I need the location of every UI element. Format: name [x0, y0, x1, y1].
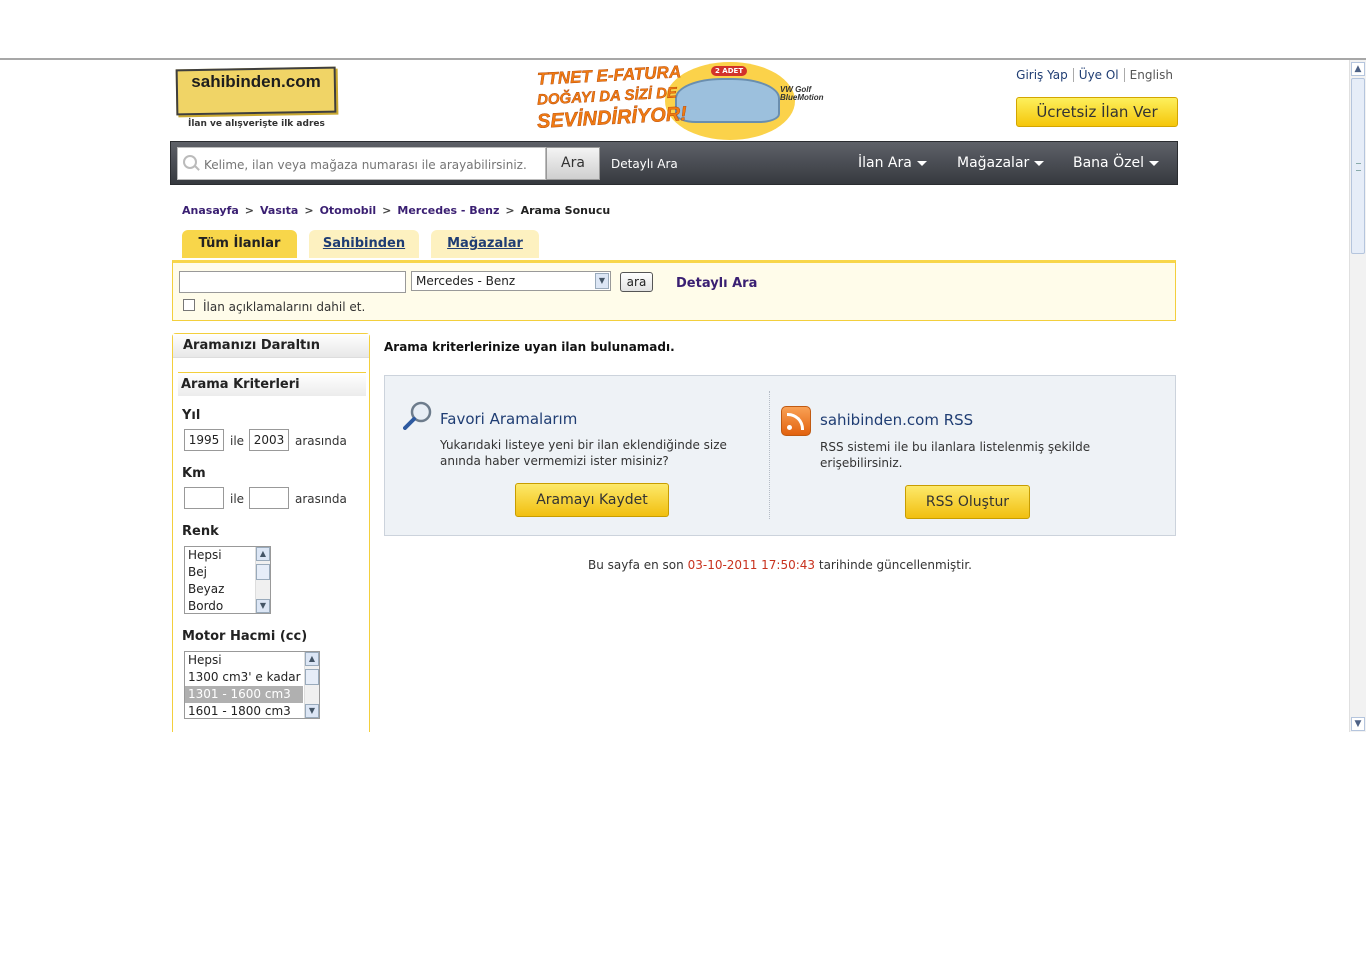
breadcrumb: Anasayfa > Vasıta > Otomobil > Mercedes - Benz… — [182, 204, 611, 217]
search-button[interactable]: Ara — [546, 147, 600, 180]
km-suffix: arasında — [295, 492, 347, 506]
no-result-message: Arama kriterlerinize uyan ilan bulunamad… — [384, 340, 675, 354]
search-box — [177, 147, 546, 181]
scrollbar-thumb[interactable] — [256, 564, 270, 580]
chevron-up-icon[interactable]: ▲ — [256, 547, 270, 561]
year-from-input[interactable]: 1995 — [184, 429, 224, 451]
banner-line-3: SEVİNDİRİYOR! — [536, 103, 688, 133]
filter-detailed-link[interactable]: Detaylı Ara — [676, 276, 757, 291]
updated-prefix: Bu sayfa en son — [588, 558, 684, 572]
banner-model: VW Golf BlueMotion — [780, 85, 824, 102]
page-scrollbar[interactable]: ▲ ▼ — [1349, 60, 1366, 732]
caret-down-icon — [916, 160, 927, 166]
year-suffix: arasında — [295, 434, 347, 448]
rss-title: sahibinden.com RSS — [820, 411, 974, 429]
breadcrumb-vasita[interactable]: Vasıta — [260, 204, 298, 217]
page-viewport: sahibinden.com İlan ve alışverişte ilk a… — [0, 60, 1349, 732]
sidebar: Aramanızı Daraltın Arama Kriterleri Yıl … — [172, 333, 370, 732]
favorites-description: Yukarıdaki listeye yeni bir ilan eklendi… — [440, 438, 727, 468]
banner-badge: 2 ADET — [711, 66, 748, 76]
rss-icon — [781, 406, 811, 436]
breadcrumb-mercedes[interactable]: Mercedes - Benz — [397, 204, 499, 217]
panel-divider — [769, 391, 770, 519]
main-navbar: Ara Detaylı Ara İlan Ara Mağazalar Bana … — [170, 141, 1178, 185]
logo-tagline: İlan ve alışverişte ilk adres — [188, 119, 325, 129]
include-description-label: İlan açıklamalarını dahil et. — [203, 300, 366, 314]
account-links: Giriş Yap Üye Ol English — [1011, 68, 1178, 82]
register-link[interactable]: Üye Ol — [1072, 68, 1124, 82]
list-item[interactable]: Hepsi — [185, 652, 319, 669]
chevron-up-icon[interactable]: ▲ — [305, 652, 319, 666]
detailed-search-link[interactable]: Detaylı Ara — [611, 157, 678, 171]
filter-search-button[interactable]: ara — [620, 272, 653, 292]
menu-label: Bana Özel — [1073, 155, 1144, 171]
breadcrumb-home[interactable]: Anasayfa — [182, 204, 239, 217]
menu-ilan-ara[interactable]: İlan Ara — [858, 155, 927, 171]
updated-suffix: tarihinde güncellenmiştir. — [818, 558, 972, 572]
tab-all-listings[interactable]: Tüm İlanlar — [182, 230, 297, 258]
scroll-down-icon[interactable]: ▼ — [1351, 717, 1365, 731]
login-link[interactable]: Giriş Yap — [1011, 68, 1073, 82]
caret-down-icon — [1034, 160, 1045, 166]
logo-text: sahibinden.com — [191, 72, 321, 91]
actions-panel: Favori Aramalarım Yukarıdaki listeye yen… — [384, 375, 1176, 536]
km-label: Km — [182, 466, 206, 481]
menu-label: Mağazalar — [957, 155, 1030, 171]
car-image — [675, 78, 780, 123]
chevron-down-icon[interactable]: ▼ — [256, 599, 270, 613]
free-ad-button[interactable]: Ücretsiz İlan Ver — [1016, 97, 1178, 127]
color-label: Renk — [182, 524, 219, 539]
menu-magazalar[interactable]: Mağazalar — [957, 155, 1045, 171]
brand-select[interactable]: Mercedes - Benz ▼ — [411, 271, 611, 291]
km-from-input[interactable] — [184, 487, 224, 509]
search-input[interactable] — [202, 148, 546, 181]
sidebar-title: Aramanızı Daraltın — [173, 334, 369, 358]
tab-sahibinden[interactable]: Sahibinden — [309, 230, 419, 258]
chevron-down-icon: ▼ — [595, 273, 609, 289]
ad-banner[interactable]: 2 ADET VW Golf BlueMotion TTNET E-FATURA… — [535, 60, 827, 140]
menu-label: İlan Ara — [858, 155, 912, 171]
scrollbar-thumb[interactable] — [1351, 78, 1365, 254]
list-item[interactable]: 1601 - 1800 cm3 — [185, 703, 319, 718]
save-search-button[interactable]: Aramayı Kaydet — [515, 483, 669, 517]
breadcrumb-current: Arama Sonucu — [520, 204, 611, 217]
keyword-input[interactable] — [179, 271, 406, 293]
filter-box: Mercedes - Benz ▼ ara Detaylı Ara İlan a… — [172, 260, 1176, 321]
engine-listbox[interactable]: Hepsi 1300 cm3' e kadar 1301 - 1600 cm3 … — [184, 651, 320, 719]
year-to-input[interactable]: 2003 — [249, 429, 289, 451]
year-between: ile — [230, 434, 245, 448]
listbox-scrollbar[interactable]: ▲ ▼ — [255, 547, 270, 613]
breadcrumb-otomobil[interactable]: Otomobil — [320, 204, 377, 217]
magnifier-icon — [403, 401, 432, 430]
create-rss-button[interactable]: RSS Oluştur — [905, 485, 1030, 519]
caret-down-icon — [1148, 160, 1159, 166]
search-icon — [183, 155, 197, 169]
engine-label: Motor Hacmi (cc) — [182, 629, 308, 644]
year-label: Yıl — [182, 408, 201, 423]
color-listbox[interactable]: Hepsi Bej Beyaz Bordo ▲ ▼ — [184, 546, 271, 614]
list-item-selected[interactable]: 1301 - 1600 cm3 — [185, 686, 303, 703]
km-between: ile — [230, 492, 245, 506]
list-item[interactable]: 1300 cm3' e kadar — [185, 669, 319, 686]
menu-bana-ozel[interactable]: Bana Özel — [1073, 155, 1159, 171]
page-content: sahibinden.com İlan ve alışverişte ilk a… — [170, 60, 1178, 732]
english-link[interactable]: English — [1123, 68, 1178, 82]
include-description-checkbox[interactable] — [183, 299, 195, 311]
scroll-up-icon[interactable]: ▲ — [1351, 62, 1365, 76]
last-updated: Bu sayfa en son 03-10-2011 17:50:43 tari… — [384, 558, 1176, 572]
km-to-input[interactable] — [249, 487, 289, 509]
listbox-scrollbar[interactable]: ▲ ▼ — [304, 652, 319, 718]
favorites-title: Favori Aramalarım — [440, 410, 578, 428]
chevron-down-icon[interactable]: ▼ — [305, 704, 319, 718]
updated-datetime: 03-10-2011 17:50:43 — [687, 558, 816, 572]
tab-magazalar[interactable]: Mağazalar — [431, 230, 539, 258]
scrollbar-thumb[interactable] — [305, 669, 319, 685]
brand-selected: Mercedes - Benz — [416, 274, 516, 288]
criteria-title: Arama Kriterleri — [178, 372, 366, 396]
rss-description: RSS sistemi ile bu ilanlara listelenmiş … — [820, 440, 1091, 470]
